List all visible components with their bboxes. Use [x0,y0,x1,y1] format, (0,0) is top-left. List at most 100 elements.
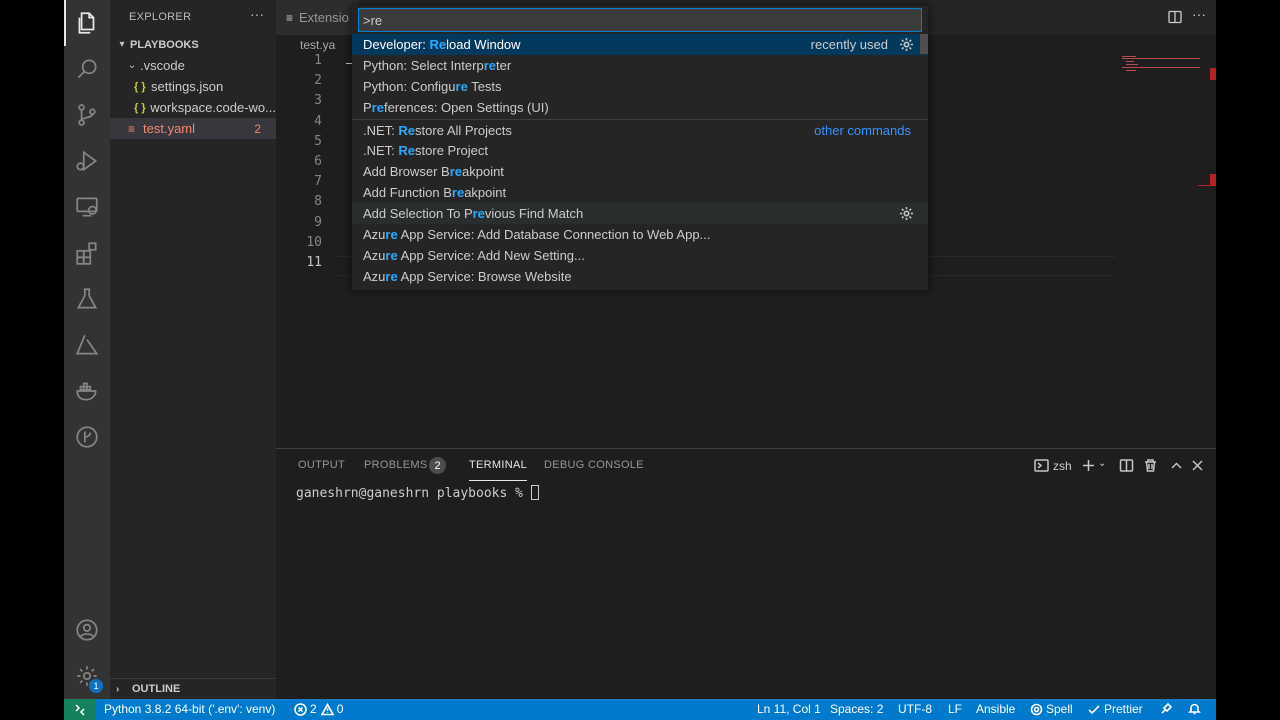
tab-terminal[interactable]: TERMINAL [469,459,528,481]
chevron-right-icon: › [116,683,120,695]
manage-gear-icon[interactable]: 1 [64,653,110,699]
command-item[interactable]: Azure App Service: Add Database Connecti… [352,224,928,245]
error-icon [294,702,307,716]
indentation[interactable]: Spaces: 2 [830,702,883,716]
sidebar-more-button[interactable]: ··· [250,6,264,22]
command-label: Add Selection To Previous Find Match [363,206,584,221]
command-item[interactable]: Add Selection To Previous Find Match [352,203,928,224]
command-item[interactable]: Add Browser Breakpoint [352,161,928,182]
editor-more-button[interactable]: ··· [1192,6,1206,22]
terminal-icon [1034,459,1049,472]
scrollbar-cursor-marker [1198,185,1212,186]
problems-count: 2 [254,121,261,136]
scrollbar-error-marker [1210,68,1216,80]
line-number: 3 [314,93,322,109]
tab-debug-console[interactable]: DEBUG CONSOLE [544,459,644,471]
run-debug-icon[interactable] [64,138,110,184]
line-number: 7 [314,174,322,190]
prettier-label: Prettier [1104,702,1143,716]
command-item[interactable]: Developer: Reload Window recently used [352,34,928,55]
terminal-output[interactable]: ganeshrn@ganeshrn playbooks % [296,485,539,501]
azure-icon[interactable] [64,322,110,368]
line-number: 11 [306,255,322,270]
other-commands-label: other commands [814,122,911,138]
command-item[interactable]: .NET: Restore All Projects other commands [352,119,928,140]
feedback-icon[interactable] [1160,702,1176,715]
source-control-icon[interactable] [64,92,110,138]
command-item[interactable]: Azure App Service: Add New Setting... [352,245,928,266]
command-item[interactable]: .NET: Restore Project [352,140,928,161]
search-icon[interactable] [64,46,110,92]
extensions-icon[interactable] [64,230,110,276]
tree-item-test-yaml[interactable]: ≡ test.yaml 2 [110,118,276,139]
accounts-icon[interactable] [64,607,110,653]
tree-item-label: workspace.code-wo... [150,100,276,115]
command-item[interactable]: Azure App Service: Browse Website [352,266,928,287]
chevron-down-icon: ⌄ [127,60,137,71]
minimap[interactable] [1122,53,1206,83]
shell-name: zsh [1053,458,1072,473]
command-palette-input[interactable] [358,8,922,32]
gear-icon[interactable] [899,206,914,224]
encoding[interactable]: UTF-8 [898,702,932,716]
error-count: 2 [310,702,317,716]
tab-output[interactable]: OUTPUT [298,459,345,471]
sidebar-title: EXPLORER [129,11,192,23]
command-item[interactable]: Python: Select Interpreter [352,55,928,76]
tab-extension[interactable]: ≡ Extensio [276,0,359,35]
terminal-prompt: ganeshrn@ganeshrn playbooks % [296,486,531,501]
python-interpreter[interactable]: Python 3.8.2 64-bit ('.env': venv) [104,702,275,716]
chevron-down-icon: ▾ [119,39,125,50]
breadcrumb[interactable]: test.ya [300,38,335,52]
palette-scrollbar[interactable] [920,34,928,54]
json-file-icon: { } [134,80,146,93]
gear-icon [1030,703,1043,715]
extension-icon: ≡ [286,10,294,25]
close-panel-icon[interactable] [1190,458,1205,473]
gitlens-icon[interactable] [64,414,110,460]
workspace-section[interactable]: ▾ PLAYBOOKS [110,34,276,55]
tree-item-settings-json[interactable]: { } settings.json [110,76,276,97]
remote-explorer-icon[interactable] [64,184,110,230]
command-item[interactable]: Python: Configure Tests [352,76,928,97]
command-label: .NET: Restore Project [363,143,489,158]
problems-status[interactable]: 2 0 [294,702,343,716]
command-item[interactable]: Preferences: Open Settings (UI) [352,97,928,118]
tree-item-label: .vscode [140,58,185,73]
split-editor-icon[interactable] [1168,10,1182,27]
remote-indicator[interactable] [64,699,96,720]
tree-item-label: test.yaml [143,121,196,136]
command-item[interactable]: Add Function Breakpoint [352,182,928,203]
prettier-status[interactable]: Prettier [1088,702,1143,716]
explorer-sidebar: EXPLORER ··· ▾ PLAYBOOKS ⌄ .vscode { } s… [110,0,276,699]
warning-icon [320,702,334,715]
notifications-bell-icon[interactable] [1188,702,1204,715]
trash-icon[interactable] [1143,458,1158,473]
testing-icon[interactable] [64,276,110,322]
command-label: Add Function Breakpoint [363,185,507,200]
new-terminal-icon[interactable] [1081,458,1096,473]
check-double-icon [1088,704,1100,714]
cursor-position[interactable]: Ln 11, Col 1 [757,702,821,716]
line-number: 2 [314,73,322,89]
files-icon[interactable] [64,0,110,46]
tree-item-workspace-file[interactable]: { } workspace.code-wo... [110,97,276,118]
command-label: Preferences: Open Settings (UI) [363,100,549,115]
tab-problems[interactable]: PROBLEMS [364,459,428,471]
docker-icon[interactable] [64,368,110,414]
outline-section[interactable]: › OUTLINE [110,678,276,699]
line-number: 10 [306,234,322,250]
terminal-shell-selector[interactable]: zsh [1034,458,1072,473]
gear-icon[interactable] [899,37,914,55]
language-mode[interactable]: Ansible [976,702,1015,716]
split-terminal-icon[interactable] [1119,458,1134,473]
end-of-line[interactable]: LF [948,702,962,716]
chevron-down-icon[interactable]: ⌄ [1098,458,1106,469]
outline-label: OUTLINE [132,683,181,695]
spell-checker[interactable]: Spell [1030,702,1073,716]
command-label: Add Browser Breakpoint [363,164,504,179]
maximize-panel-icon[interactable] [1169,458,1184,473]
yaml-file-icon: ≡ [128,121,136,136]
tree-item-label: settings.json [151,79,224,94]
tree-item-vscode-folder[interactable]: ⌄ .vscode [110,55,276,76]
